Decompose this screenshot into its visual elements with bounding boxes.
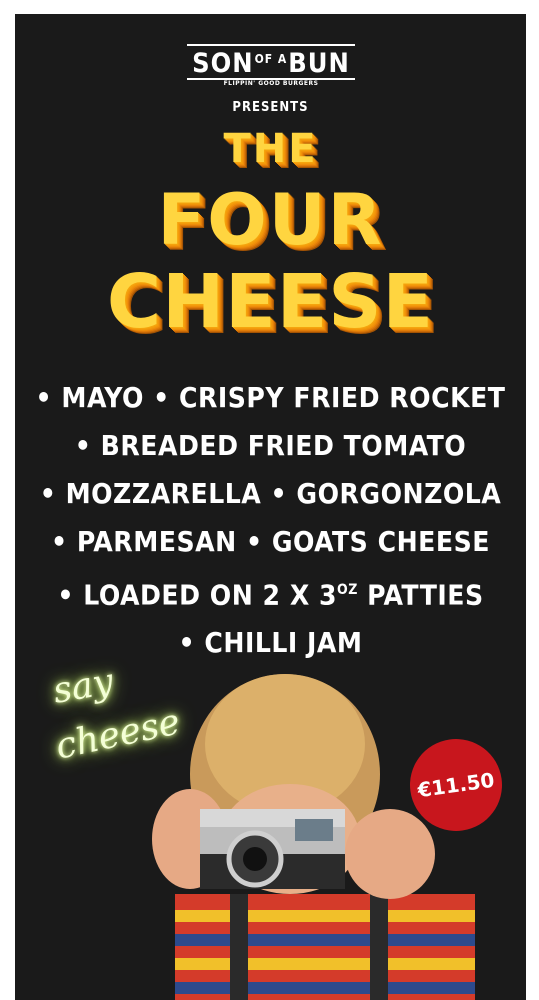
- ingredients-list: • MAYO • CRISPY FRIED ROCKET • BREADED F…: [15, 374, 526, 667]
- camera-lens-glass: [243, 847, 267, 871]
- camera-viewfinder: [295, 819, 333, 841]
- ingredient-ounce-superscript: OZ: [337, 582, 358, 598]
- title-line-cheese: CHEESE: [106, 259, 435, 345]
- neon-sign-say: say: [49, 661, 117, 712]
- ingredient-patties-suffix: PATTIES: [357, 578, 484, 612]
- title-line-the: THE: [223, 126, 318, 172]
- presents-label: PRESENTS: [232, 100, 309, 115]
- logo-word-of-a: OF A: [254, 52, 288, 66]
- ingredient-line: • BREADED FRIED TOMATO: [74, 429, 467, 462]
- ingredient-line: • LOADED ON 2 X 3OZ PATTIES: [15, 566, 526, 619]
- logo-word-son: SON: [192, 48, 254, 79]
- ingredient-line: • PARMESAN • GOATS CHEESE: [51, 525, 490, 558]
- suspender-strap: [370, 894, 388, 1000]
- shirt-stripe: [175, 982, 475, 994]
- logo-word-bun: BUN: [288, 48, 350, 79]
- suspender-strap: [230, 894, 248, 1000]
- title-line-four: FOUR: [157, 179, 384, 261]
- shirt-stripe: [175, 934, 475, 946]
- poster: SONOF ABUN FLIPPIN' GOOD BURGERS PRESENT…: [15, 14, 526, 1000]
- logo-tagline: FLIPPIN' GOOD BURGERS: [223, 80, 319, 87]
- ingredient-line: • MAYO • CRISPY FRIED ROCKET: [35, 381, 506, 414]
- shirt-stripe: [175, 910, 475, 922]
- ingredient-patties-prefix: • LOADED ON 2 X 3: [57, 578, 338, 612]
- brand-logo: SONOF ABUN FLIPPIN' GOOD BURGERS: [187, 44, 355, 92]
- shirt-stripe: [175, 958, 475, 970]
- ingredient-line: • MOZZARELLA • GORGONZOLA: [39, 477, 502, 510]
- right-hand: [345, 809, 435, 899]
- logo-top-rule: [187, 44, 355, 46]
